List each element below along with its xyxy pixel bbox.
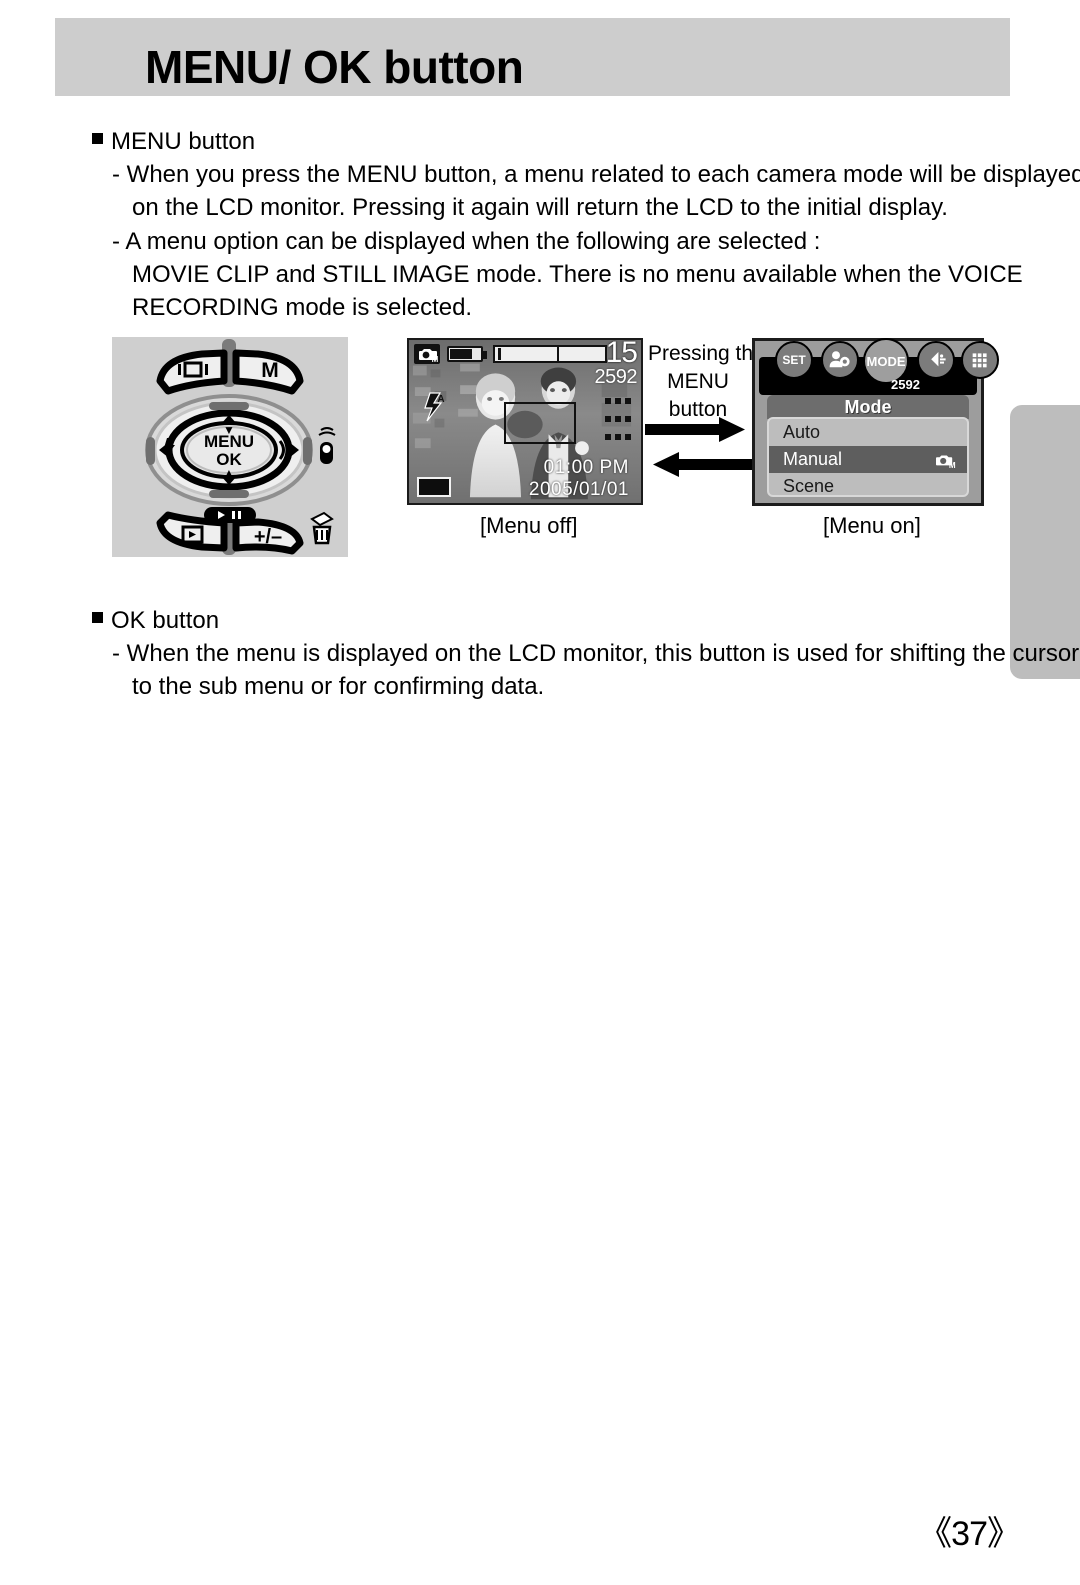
dash-marker: - xyxy=(112,228,126,255)
paragraph-line: to the sub menu or for confirming data. xyxy=(132,673,545,701)
paragraph-line: MOVIE CLIP and STILL IMAGE mode. There i… xyxy=(132,261,1023,289)
lcd-osd-overlay: M 15 2592 A 01:00 PM 2005/01/01 xyxy=(409,340,641,503)
battery-icon xyxy=(447,346,487,362)
svg-text:M: M xyxy=(432,355,439,364)
svg-text:▼: ▼ xyxy=(223,423,235,437)
bullet-square-icon xyxy=(92,612,103,623)
camera-controls-diagram: M MENU OK ▼ ▲ +/– xyxy=(112,337,348,557)
tab-setup[interactable] xyxy=(821,341,859,379)
paragraph-text: When the menu is displayed on the LCD mo… xyxy=(126,640,1080,667)
m-button-label: M xyxy=(261,359,279,382)
svg-text:A: A xyxy=(437,394,444,405)
tab-set-label: SET xyxy=(782,353,806,367)
menu-option-label: Scene xyxy=(783,476,835,496)
shots-remaining: 15 xyxy=(605,338,638,369)
grid-icon xyxy=(972,353,987,368)
paragraph-line: RECORDING mode is selected. xyxy=(132,294,473,322)
lcd-preview-menu-off: M 15 2592 A 01:00 PM 2005/01/01 xyxy=(407,338,643,505)
paragraph-line: on the LCD monitor. Pressing it again wi… xyxy=(132,194,948,222)
menu-resolution: 2592 xyxy=(891,377,920,392)
paragraph-text: When you press the MENU button, a menu r… xyxy=(126,161,1080,188)
dash-marker: - xyxy=(112,640,127,667)
paragraph-line: - A menu option can be displayed when th… xyxy=(112,225,1023,258)
lcd-time: 01:00 PM xyxy=(543,457,629,478)
svg-text:▲: ▲ xyxy=(223,466,235,480)
page-title: MENU/ OK button xyxy=(145,41,524,93)
transition-line: MENU xyxy=(667,370,729,394)
arrow-right-icon xyxy=(645,417,745,442)
resolution-indicator: 2592 xyxy=(594,366,638,388)
menu-option-scene[interactable]: Scene xyxy=(769,473,967,496)
ok-button-paragraph-1: - When the menu is displayed on the LCD … xyxy=(112,637,1079,703)
menu-button-paragraph-1: - When you press the MENU button, a menu… xyxy=(112,158,1080,224)
tab-sound[interactable] xyxy=(917,341,955,379)
menu-option-label: Manual xyxy=(783,449,843,469)
caption-menu-off: [Menu off] xyxy=(480,513,578,538)
svg-text:M: M xyxy=(949,461,956,469)
transition-line: Pressing the xyxy=(648,342,765,365)
camera-controls-svg: M MENU OK ▼ ▲ +/– xyxy=(145,339,336,555)
menu-panel-title: Mode xyxy=(767,395,969,419)
page-number: 《37》 xyxy=(918,1515,1021,1553)
flash-auto-icon: A xyxy=(419,392,447,422)
exposure-label: +/– xyxy=(254,526,282,548)
delete-icon xyxy=(310,511,334,545)
paragraph-line: - When the menu is displayed on the LCD … xyxy=(112,637,1079,670)
person-gear-icon xyxy=(829,351,850,368)
camera-manual-icon: M xyxy=(933,450,957,470)
display-button xyxy=(156,349,228,395)
af-frame xyxy=(504,402,576,444)
section-heading-text: OK button xyxy=(111,607,220,634)
quality-indicator xyxy=(603,392,635,446)
section-heading-ok-button: OK button xyxy=(92,604,219,637)
arrow-left-icon xyxy=(653,452,753,477)
playback-button xyxy=(156,511,228,552)
lcd-menu-on: SET MODE 2592 Mode Auto Manual M Scene xyxy=(752,338,999,506)
exposure-button: +/– xyxy=(232,518,304,555)
section-heading-text: MENU button xyxy=(111,128,256,155)
dash-marker: - xyxy=(112,161,127,188)
tab-set[interactable]: SET xyxy=(775,341,813,379)
transition-arrows xyxy=(645,417,753,477)
transition-label: Pressing the MENU button xyxy=(648,340,765,424)
tab-mode-label: MODE xyxy=(866,353,906,369)
paragraph-line: - When you press the MENU button, a menu… xyxy=(112,158,1080,191)
menu-tabs: SET MODE xyxy=(759,338,999,395)
caption-menu-on: [Menu on] xyxy=(823,513,921,538)
dpad-left xyxy=(146,437,155,465)
dpad-right xyxy=(303,437,312,465)
menu-option-auto[interactable]: Auto xyxy=(769,419,967,446)
zoom-bar xyxy=(493,345,607,363)
dpad-up xyxy=(209,402,249,410)
menu-button-paragraph-2: - A menu option can be displayed when th… xyxy=(112,225,1023,324)
menu-option-manual[interactable]: Manual M xyxy=(769,446,967,473)
sound-icon xyxy=(931,352,946,367)
lcd-date: 2005/01/01 xyxy=(528,479,629,500)
section-heading-menu-button: MENU button xyxy=(92,125,255,158)
menu-option-list: Auto Manual M Scene xyxy=(767,417,969,497)
dpad-down xyxy=(209,490,249,498)
bullet-square-icon xyxy=(92,133,103,144)
voice-memo-icon xyxy=(318,427,336,464)
tab-grid[interactable] xyxy=(961,341,999,379)
manual-page: MENU/ OK button MENU button - When you p… xyxy=(0,0,1080,1585)
camera-manual-icon: M xyxy=(414,344,440,364)
page-header-banner: MENU/ OK button xyxy=(55,18,1010,96)
memory-card-icon xyxy=(417,477,451,497)
paragraph-text: A menu option can be displayed when the … xyxy=(125,228,821,255)
menu-option-label: Auto xyxy=(783,422,821,442)
